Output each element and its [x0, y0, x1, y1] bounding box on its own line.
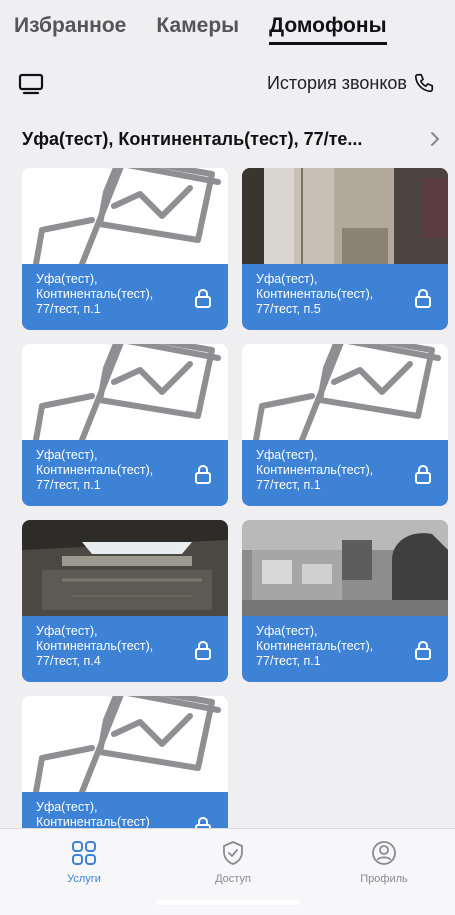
intercom-card[interactable]: Уфа(тест), Континенталь(тест), 77/тест, …: [242, 344, 448, 506]
tab-cameras[interactable]: Камеры: [156, 14, 239, 38]
tab-favorites[interactable]: Избранное: [14, 14, 126, 38]
lock-icon: [195, 464, 211, 484]
nav-item-access[interactable]: Доступ: [183, 839, 283, 885]
phone-icon: [414, 73, 434, 93]
card-caption: Уфа(тест), Континенталь(тест), 77/тест, …: [22, 264, 228, 330]
card-caption: Уфа(тест), Континенталь(тест), 77/тест, …: [242, 440, 448, 506]
placeholder-thumbnail: [242, 344, 448, 440]
services-icon: [72, 841, 96, 865]
address-selector[interactable]: Уфа(тест), Континенталь(тест), 77/те...: [22, 124, 442, 154]
card-caption: Уфа(тест), Континенталь(тест), 77/тест, …: [22, 440, 228, 506]
lock-icon: [415, 288, 431, 308]
intercom-card[interactable]: Уфа(тест), Континенталь(тест), 77/тест, …: [22, 168, 228, 330]
intercom-card[interactable]: Уфа(тест), Континенталь(тест), 77/тест, …: [242, 168, 448, 330]
lock-icon: [415, 464, 431, 484]
shield-check-icon: [223, 841, 243, 865]
nav-item-profile[interactable]: Профиль: [334, 839, 434, 885]
image-placeholder-icon: [242, 344, 448, 440]
home-indicator: [156, 900, 300, 905]
monitor-icon[interactable]: [18, 72, 44, 96]
placeholder-thumbnail: [22, 696, 228, 792]
placeholder-thumbnail: [22, 344, 228, 440]
camera-thumbnail: [242, 520, 448, 616]
chevron-right-icon: [431, 132, 439, 146]
placeholder-thumbnail: [22, 168, 228, 264]
tab-intercoms[interactable]: Домофоны: [269, 14, 387, 45]
nav-label-services: Услуги: [67, 873, 101, 885]
toolbar: История звонков: [0, 66, 455, 102]
intercom-card[interactable]: Уфа(тест), Континенталь(тест), 77/тест, …: [22, 520, 228, 682]
camera-thumbnail: [242, 168, 448, 264]
call-history-label: История звонков: [266, 72, 407, 93]
lock-icon: [415, 640, 431, 660]
image-placeholder-icon: [22, 168, 228, 264]
nav-item-services[interactable]: Услуги: [34, 839, 134, 885]
nav-label-access: Доступ: [215, 873, 251, 885]
nav-label-profile: Профиль: [360, 873, 408, 885]
top-tabs: Избранное Камеры Домофоны: [0, 0, 455, 62]
lock-icon: [195, 288, 211, 308]
card-caption: Уфа(тест), Континенталь(тест), 77/тест, …: [22, 616, 228, 682]
intercom-card[interactable]: Уфа(тест), Континенталь(тест), 77/тест, …: [242, 520, 448, 682]
intercom-card[interactable]: Уфа(тест), Континенталь(тест), 77/тест, …: [22, 344, 228, 506]
card-caption: Уфа(тест), Континенталь(тест), 77/тест, …: [242, 264, 448, 330]
card-caption: Уфа(тест), Континенталь(тест), 77/тест, …: [242, 616, 448, 682]
camera-feed-image: [22, 520, 228, 616]
call-history-button[interactable]: История звонков: [267, 72, 435, 94]
profile-icon: [372, 841, 396, 865]
image-placeholder-icon: [22, 696, 228, 792]
camera-feed-image: [242, 168, 448, 264]
camera-thumbnail: [22, 520, 228, 616]
lock-icon: [195, 640, 211, 660]
camera-feed-image: [242, 520, 448, 616]
address-label: Уфа(тест), Континенталь(тест), 77/те...: [22, 128, 363, 149]
image-placeholder-icon: [22, 344, 228, 440]
